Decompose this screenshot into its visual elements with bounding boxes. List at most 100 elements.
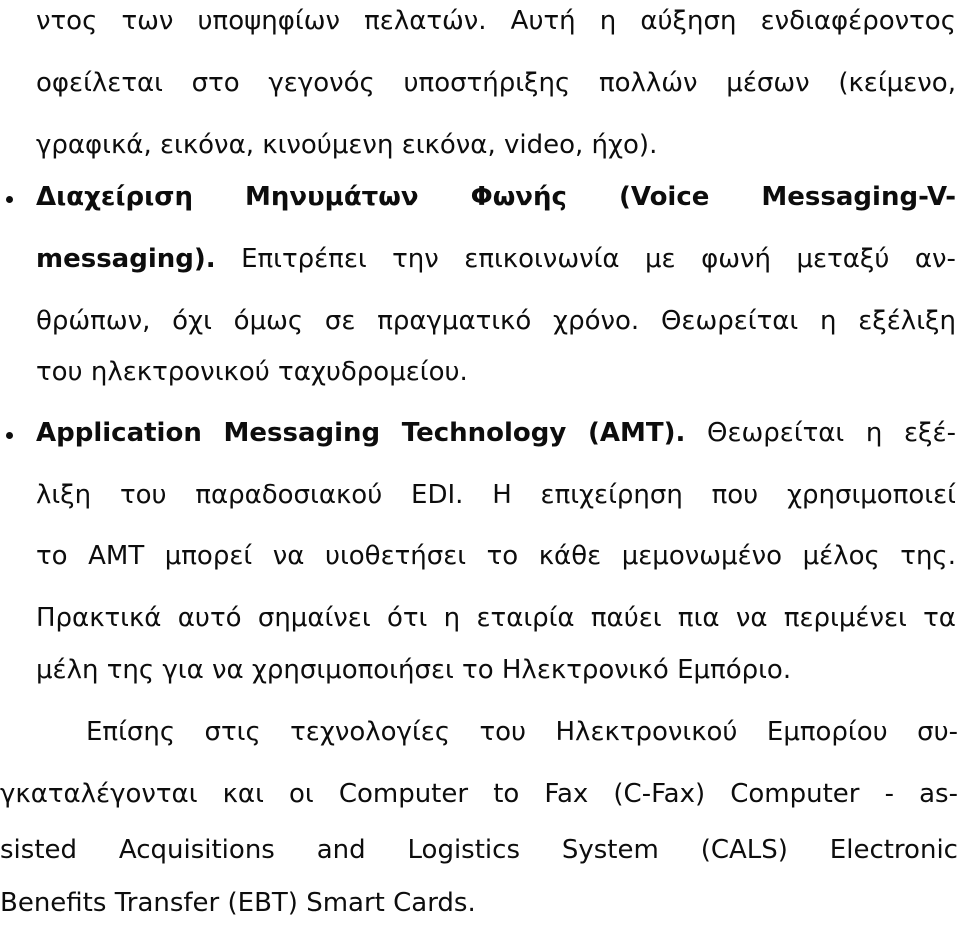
text-line: Πρακτικά αυτό σημαίνει ότι η εταιρία παύει πια ν… bbox=[36, 603, 956, 633]
text-word: μπορεί bbox=[164, 541, 253, 571]
text-word: πολλών bbox=[598, 68, 698, 98]
text-word: υποψηφίων bbox=[197, 6, 340, 36]
text-word: Ηλεκτρονικού bbox=[555, 717, 738, 747]
text-word: επικοινωνία bbox=[464, 244, 620, 274]
text-word: αν- bbox=[914, 244, 956, 274]
text-word: φωνή bbox=[701, 244, 772, 274]
text-word: να bbox=[735, 603, 768, 633]
text-word: Fax bbox=[544, 779, 589, 809]
text-word: τεχνολογίες bbox=[290, 717, 451, 747]
text-word: Logistics bbox=[407, 835, 520, 865]
text-word: πια bbox=[677, 603, 720, 633]
text-line: sisted Acquisitions and Logistics System (CAL… bbox=[0, 835, 958, 865]
text-word: messaging). bbox=[36, 244, 216, 274]
text-word: and bbox=[316, 835, 366, 865]
text-word: των bbox=[121, 6, 174, 36]
text-word: μέλος bbox=[802, 541, 880, 571]
text-word: Computer bbox=[730, 779, 860, 809]
text-word: Messaging-V- bbox=[761, 182, 956, 212]
text-word: την bbox=[392, 244, 439, 274]
text-word: η bbox=[819, 306, 837, 336]
text-line: γραφικά, εικόνα, κινούμενη εικόνα, video… bbox=[36, 130, 658, 160]
text-word: εξέλιξη bbox=[858, 306, 956, 336]
bullet-marker-icon bbox=[6, 196, 13, 203]
text-word: σημαίνει bbox=[257, 603, 371, 633]
text-word: Messaging bbox=[223, 418, 381, 448]
text-word: Μηνυμάτων bbox=[245, 182, 419, 212]
text-word: Application bbox=[36, 418, 202, 448]
text-word: πελατών. bbox=[364, 6, 487, 36]
text-word: επιχείρηση bbox=[540, 480, 683, 510]
text-word: λιξη bbox=[36, 480, 92, 510]
text-word: στο bbox=[191, 68, 240, 98]
text-line: γκαταλέγονται και οι Computer to Fax (C-Fax) Co… bbox=[0, 779, 958, 809]
text-word: εταιρία bbox=[476, 603, 575, 633]
text-word: Εμπορίου bbox=[766, 717, 888, 747]
text-word: χρόνο. bbox=[553, 306, 640, 336]
text-word: παραδοσιακού bbox=[195, 480, 383, 510]
text-line: ντος των υποψηφίων πελατών. Αυτή η αύξηση ενδια… bbox=[36, 6, 956, 36]
text-line: του ηλεκτρονικού ταχυδρομείου. bbox=[36, 357, 468, 387]
text-word: as- bbox=[919, 779, 958, 809]
text-word: (κείμενο, bbox=[838, 68, 956, 98]
text-word: το bbox=[36, 541, 68, 571]
text-line: το AMT μπορεί να υιοθετήσει το κάθε μεμονωμένο μ… bbox=[36, 541, 956, 571]
text-word: στις bbox=[204, 717, 261, 747]
text-word: οφείλεται bbox=[36, 68, 163, 98]
text-word: EDI. bbox=[411, 480, 464, 510]
text-word: εξέ- bbox=[904, 418, 956, 448]
text-word: υιοθετήσει bbox=[324, 541, 467, 571]
text-word: το bbox=[486, 541, 519, 571]
text-word: to bbox=[493, 779, 520, 809]
text-word: AMT bbox=[88, 541, 145, 571]
text-line: messaging). Επιτρέπει την επικοινωνία με φωνή… bbox=[36, 244, 956, 274]
text-word: μεμονωμένο bbox=[621, 541, 783, 571]
text-word: όμως bbox=[233, 306, 304, 336]
text-word: οι bbox=[288, 779, 314, 809]
text-word: Αυτή bbox=[510, 6, 576, 36]
text-line: Επίσης στις τεχνολογίες του Ηλεκτρονικού Εμπο… bbox=[86, 717, 958, 747]
text-word: να bbox=[272, 541, 305, 571]
text-word: τα bbox=[923, 603, 956, 633]
text-word: System bbox=[561, 835, 659, 865]
text-word: περιμένει bbox=[783, 603, 907, 633]
text-word: η bbox=[599, 6, 617, 36]
text-word: σε bbox=[324, 306, 356, 336]
text-word: ενδιαφέροντος bbox=[760, 6, 956, 36]
text-word: Θεωρείται bbox=[660, 306, 799, 336]
bullet-marker-icon bbox=[6, 432, 13, 439]
text-line: Διαχείριση Μηνυμάτων Φωνής (Voice Messaging-… bbox=[36, 182, 956, 212]
text-word: όχι bbox=[172, 306, 212, 336]
text-word: - bbox=[884, 779, 894, 809]
text-word: sisted bbox=[0, 835, 78, 865]
text-word: (C-Fax) bbox=[613, 779, 706, 809]
text-word: Acquisitions bbox=[118, 835, 275, 865]
text-line: Benefits Transfer (EBT) Smart Cards. bbox=[0, 888, 476, 918]
text-word: ντος bbox=[36, 6, 98, 36]
text-word: του bbox=[119, 480, 167, 510]
text-line: οφείλεται στο γεγονός υποστήριξης πολλών μέσω… bbox=[36, 68, 956, 98]
text-word: Η bbox=[492, 480, 512, 510]
text-word: Technology bbox=[401, 418, 567, 448]
text-word: θρώπων, bbox=[36, 306, 151, 336]
text-word: αυτό bbox=[177, 603, 242, 633]
text-word: χρησιμοποιεί bbox=[786, 480, 956, 510]
text-word: του bbox=[479, 717, 527, 747]
text-line: θρώπων, όχι όμως σε πραγματικό χρόνο. Θεωρείτα… bbox=[36, 306, 956, 336]
text-word: υποστήριξης bbox=[403, 68, 571, 98]
text-word: με bbox=[645, 244, 676, 274]
text-word: που bbox=[711, 480, 759, 510]
text-line: μέλη της για να χρησιμοποιήσει το Ηλεκτρ… bbox=[36, 655, 792, 685]
text-word: (Voice bbox=[618, 182, 710, 212]
text-word: Επίσης bbox=[86, 717, 176, 747]
text-word: η bbox=[865, 418, 883, 448]
text-word: η bbox=[443, 603, 461, 633]
text-word: Computer bbox=[338, 779, 469, 809]
text-word: αύξηση bbox=[640, 6, 737, 36]
text-line: λιξη του παραδοσιακού EDI. Ηεπιχείρηση που χρη… bbox=[36, 480, 956, 510]
text-word: μέσων bbox=[726, 68, 810, 98]
text-word: (AMT). bbox=[587, 418, 686, 448]
text-word: της. bbox=[900, 541, 956, 571]
text-word: κάθε bbox=[538, 541, 602, 571]
text-line: Application Messaging Technology (AMT). Θεωρ… bbox=[36, 418, 956, 448]
